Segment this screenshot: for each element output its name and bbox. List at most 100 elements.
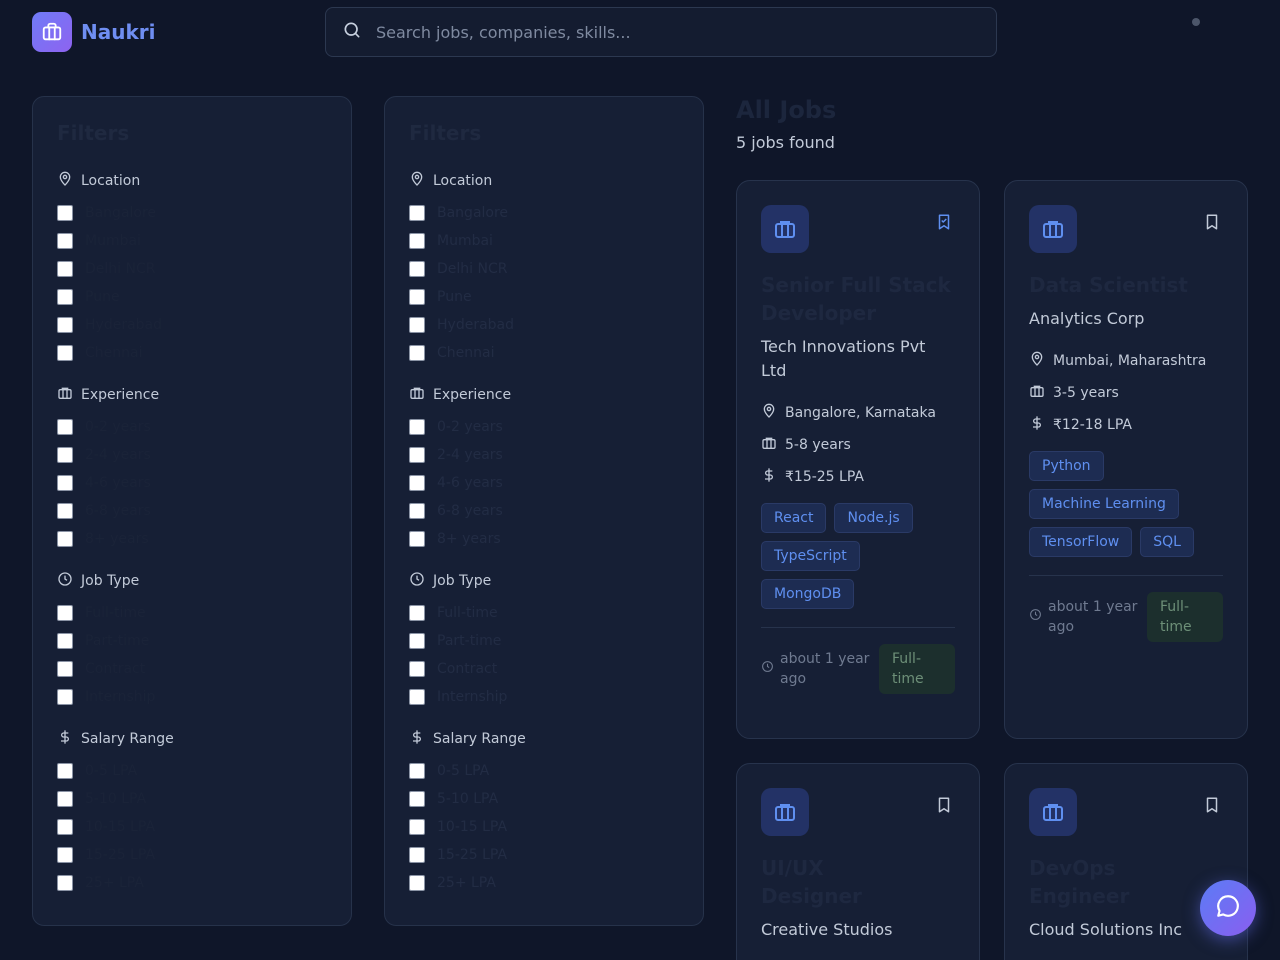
filter-option[interactable]: 0-2 years (57, 413, 327, 441)
filter-option[interactable]: Chennai (57, 339, 327, 367)
checkbox[interactable] (57, 763, 73, 779)
bookmark-icon[interactable] (1203, 796, 1221, 818)
checkbox[interactable] (57, 875, 73, 891)
checkbox[interactable] (409, 791, 425, 807)
filter-option[interactable]: Pune (409, 283, 679, 311)
skill-tag[interactable]: TypeScript (761, 541, 860, 571)
filter-option[interactable]: 10-15 LPA (409, 813, 679, 841)
skill-tag[interactable]: Machine Learning (1029, 489, 1179, 519)
checkbox[interactable] (409, 289, 425, 305)
filter-option[interactable]: 5-10 LPA (57, 785, 327, 813)
checkbox[interactable] (57, 689, 73, 705)
checkbox[interactable] (57, 475, 73, 491)
checkbox[interactable] (409, 503, 425, 519)
skill-tag[interactable]: Node.js (834, 503, 913, 533)
filter-option[interactable]: Internship (57, 683, 327, 711)
filter-option[interactable]: 4-6 years (409, 469, 679, 497)
filter-option[interactable]: 6-8 years (409, 497, 679, 525)
bookmark-icon[interactable] (935, 796, 953, 818)
filter-option[interactable]: Hyderabad (409, 311, 679, 339)
app-logo[interactable]: Naukri (32, 12, 156, 52)
filter-option[interactable]: 10-15 LPA (57, 813, 327, 841)
filter-option[interactable]: Part-time (57, 627, 327, 655)
filter-option[interactable]: Full-time (409, 599, 679, 627)
checkbox[interactable] (57, 205, 73, 221)
filter-option[interactable]: Mumbai (409, 227, 679, 255)
job-title[interactable]: UI/UX Designer (761, 854, 881, 910)
checkbox[interactable] (409, 205, 425, 221)
filter-option[interactable]: 5-10 LPA (409, 785, 679, 813)
checkbox[interactable] (409, 875, 425, 891)
filter-option[interactable]: Bangalore (57, 199, 327, 227)
checkbox[interactable] (409, 345, 425, 361)
filter-option[interactable]: 2-4 years (57, 441, 327, 469)
checkbox[interactable] (57, 819, 73, 835)
skill-tag[interactable]: MongoDB (761, 579, 855, 609)
job-title[interactable]: DevOps Engineer (1029, 854, 1149, 910)
filter-option[interactable]: Chennai (409, 339, 679, 367)
job-card[interactable]: Senior Full Stack Developer Tech Innovat… (736, 180, 980, 739)
checkbox[interactable] (57, 605, 73, 621)
checkbox[interactable] (57, 345, 73, 361)
skill-tag[interactable]: React (761, 503, 827, 533)
filter-option[interactable]: 0-2 years (409, 413, 679, 441)
checkbox[interactable] (409, 763, 425, 779)
checkbox[interactable] (409, 819, 425, 835)
filter-option[interactable]: Pune (57, 283, 327, 311)
checkbox[interactable] (409, 633, 425, 649)
checkbox[interactable] (57, 289, 73, 305)
filter-option[interactable]: 0-5 LPA (57, 757, 327, 785)
checkbox[interactable] (57, 661, 73, 677)
checkbox[interactable] (409, 661, 425, 677)
search-input[interactable] (376, 22, 956, 42)
checkbox[interactable] (57, 317, 73, 333)
filter-option[interactable]: Hyderabad (57, 311, 327, 339)
checkbox[interactable] (409, 447, 425, 463)
checkbox[interactable] (409, 847, 425, 863)
checkbox[interactable] (409, 689, 425, 705)
checkbox[interactable] (409, 531, 425, 547)
filter-option[interactable]: 25+ LPA (409, 869, 679, 897)
checkbox[interactable] (57, 503, 73, 519)
job-card[interactable]: UI/UX Designer Creative Studios (736, 763, 980, 960)
filter-option[interactable]: 25+ LPA (57, 869, 327, 897)
checkbox[interactable] (57, 791, 73, 807)
job-title[interactable]: Data Scientist (1029, 271, 1223, 299)
chat-button[interactable] (1200, 880, 1256, 936)
filter-option[interactable]: 2-4 years (409, 441, 679, 469)
filter-option[interactable]: Mumbai (57, 227, 327, 255)
skill-tag[interactable]: SQL (1140, 527, 1194, 557)
filter-option[interactable]: 8+ years (57, 525, 327, 553)
skill-tag[interactable]: Python (1029, 451, 1104, 481)
checkbox[interactable] (57, 847, 73, 863)
checkbox[interactable] (409, 475, 425, 491)
filter-option[interactable]: Contract (409, 655, 679, 683)
checkbox[interactable] (57, 531, 73, 547)
filter-option[interactable]: Part-time (409, 627, 679, 655)
filter-option[interactable]: 0-5 LPA (409, 757, 679, 785)
filter-option[interactable]: 15-25 LPA (57, 841, 327, 869)
filter-option[interactable]: Contract (57, 655, 327, 683)
checkbox[interactable] (409, 419, 425, 435)
filter-option[interactable]: Internship (409, 683, 679, 711)
checkbox[interactable] (57, 419, 73, 435)
checkbox[interactable] (57, 633, 73, 649)
job-title[interactable]: Senior Full Stack Developer (761, 271, 955, 327)
filter-option[interactable]: Delhi NCR (409, 255, 679, 283)
filter-option[interactable]: 8+ years (409, 525, 679, 553)
checkbox[interactable] (409, 605, 425, 621)
checkbox[interactable] (57, 447, 73, 463)
checkbox[interactable] (409, 261, 425, 277)
search-bar[interactable] (325, 7, 997, 57)
filter-option[interactable]: 15-25 LPA (409, 841, 679, 869)
filter-option[interactable]: Full-time (57, 599, 327, 627)
skill-tag[interactable]: TensorFlow (1029, 527, 1133, 557)
bookmark-icon[interactable] (1203, 213, 1221, 235)
filter-option[interactable]: Bangalore (409, 199, 679, 227)
checkbox[interactable] (57, 261, 73, 277)
checkbox[interactable] (409, 317, 425, 333)
filter-option[interactable]: 6-8 years (57, 497, 327, 525)
checkbox[interactable] (409, 233, 425, 249)
job-card[interactable]: Data Scientist Analytics Corp Mumbai, Ma… (1004, 180, 1248, 739)
bookmark-icon[interactable] (935, 213, 953, 235)
